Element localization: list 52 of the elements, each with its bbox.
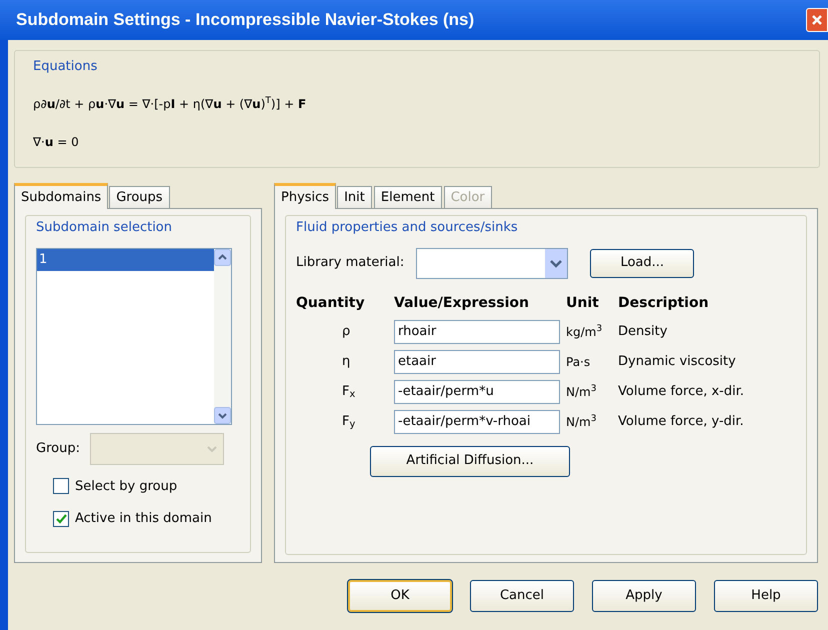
- column-header: Description: [618, 294, 710, 312]
- equation: ρ∂u/∂t + ρu·∇u = ∇·[-pI + η(∇u + (∇u)$^{T}$)] + F: [33, 95, 308, 112]
- quantity-symbol: F$_{y}$: [341, 412, 356, 432]
- unit-label: N/m$^{3}$: [566, 413, 598, 430]
- value-field[interactable]: -etaair/perm*v-rhoai: [394, 410, 560, 434]
- tab[interactable]: Physics: [274, 183, 336, 209]
- chevron-down-icon: [545, 248, 568, 278]
- unit-label: N/m$^{3}$: [566, 383, 598, 400]
- group-title: Subdomain selection: [36, 219, 173, 237]
- list-item[interactable]: 1: [37, 248, 214, 270]
- description-label: Density: [618, 322, 668, 341]
- scroll-up-icon[interactable]: [214, 248, 231, 266]
- unit-label: Pa·s: [566, 354, 592, 370]
- unit-label: kg/m$^{3}$: [566, 323, 604, 340]
- quantity-symbol: η: [341, 352, 352, 371]
- tab[interactable]: Init: [337, 186, 372, 208]
- group-label: Group:: [36, 440, 80, 458]
- tab[interactable]: Element: [374, 186, 442, 208]
- checkbox[interactable]: [53, 510, 69, 527]
- value-field[interactable]: -etaair/perm*u: [394, 380, 560, 404]
- close-button[interactable]: [806, 8, 828, 32]
- dialog-button[interactable]: Apply: [592, 580, 696, 612]
- value-field[interactable]: etaair: [394, 350, 560, 374]
- description-label: Volume force, y-dir.: [618, 412, 745, 431]
- checkbox-label: Select by group: [75, 478, 178, 496]
- column-header: Unit: [566, 294, 600, 312]
- checkbox[interactable]: [53, 478, 69, 494]
- scroll-down-icon[interactable]: [214, 406, 231, 424]
- tab[interactable]: Subdomains: [14, 183, 108, 209]
- chevron-down-icon: [206, 444, 217, 452]
- group-title: Equations: [33, 58, 98, 76]
- value-field[interactable]: rhoair: [394, 320, 560, 344]
- library-dropdown[interactable]: [416, 248, 568, 278]
- library-label: Library material:: [296, 254, 404, 272]
- column-header: Quantity: [296, 294, 366, 312]
- close-icon: [811, 14, 823, 26]
- quantity-symbol: F$_{x}$: [341, 382, 356, 402]
- description-label: Volume force, x-dir.: [618, 382, 746, 401]
- dialog-button[interactable]: Help: [714, 580, 818, 612]
- dialog-button[interactable]: Cancel: [470, 580, 574, 612]
- column-header: Value/Expression: [394, 294, 530, 312]
- scrollbar[interactable]: [214, 248, 231, 424]
- tab[interactable]: Groups: [109, 186, 170, 208]
- equation: ∇·u = 0: [33, 134, 80, 150]
- artificial-diffusion-button[interactable]: Artificial Diffusion...: [370, 446, 570, 476]
- checkbox-label: Active in this domain: [75, 510, 212, 528]
- description-label: Dynamic viscosity: [618, 352, 737, 371]
- group-title: Fluid properties and sources/sinks: [296, 219, 519, 237]
- window-title: Subdomain Settings - Incompressible Navier-Stokes (ns): [16, 9, 474, 32]
- dialog-button[interactable]: OK: [348, 580, 452, 612]
- quantity-symbol: ρ: [341, 322, 352, 341]
- load-button[interactable]: Load...: [590, 248, 694, 278]
